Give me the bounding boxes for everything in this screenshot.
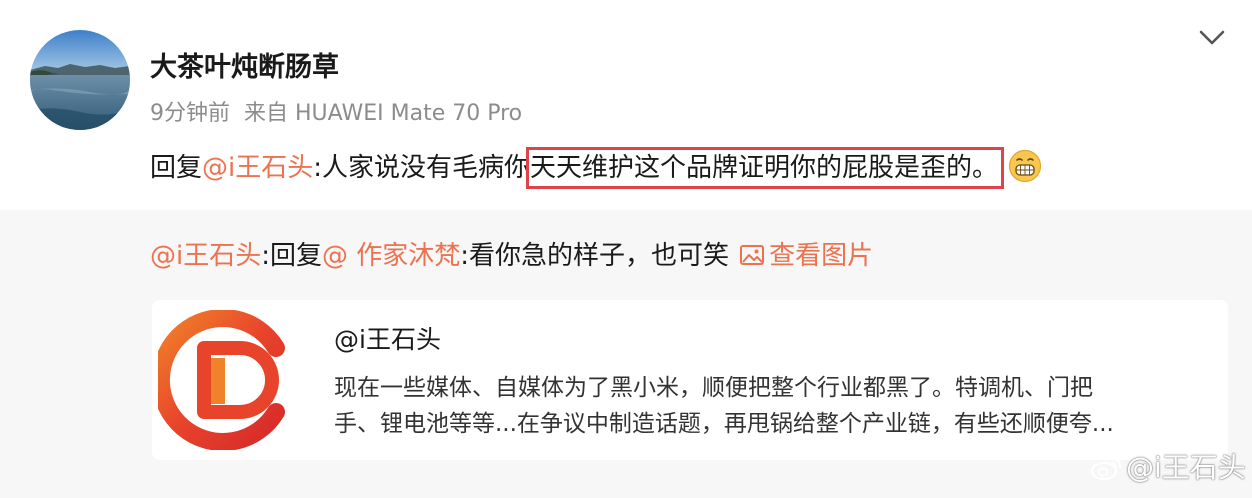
reply-prefix: 回复 <box>150 153 203 183</box>
view-image-link[interactable]: 查看图片 <box>739 241 873 271</box>
view-image-label: 查看图片 <box>769 241 874 271</box>
reply-text: 回复@i王石头:人家说没有毛病你天天维护这个品牌证明你的屁股是歪的。 <box>150 147 1042 189</box>
avatar-lake-image <box>30 30 130 130</box>
original-colon: : <box>261 241 270 271</box>
chevron-down-icon[interactable] <box>1196 26 1228 50</box>
link-card[interactable]: @i王石头 现在一些媒体、自媒体为了黑小米，顺便把整个行业都黑了。特调机、门把 … <box>151 300 1228 460</box>
post-time[interactable]: 9分钟前 <box>150 101 230 126</box>
original-colon-2: : <box>460 241 470 271</box>
username-link[interactable]: 大茶叶炖断肠草 <box>150 50 339 86</box>
grin-emoji-icon <box>1008 149 1042 183</box>
post-meta: 9分钟前 来自 HUAWEI Mate 70 Pro <box>150 98 522 130</box>
reply-colon: : <box>313 153 323 183</box>
card-desc-line-1: 现在一些媒体、自媒体为了黑小米，顺便把整个行业都黑了。特调机、门把 <box>334 375 1093 401</box>
card-description: 现在一些媒体、自媒体为了黑小米，顺便把整个行业都黑了。特调机、门把 手、锂电池等… <box>334 370 1214 442</box>
card-desc-line-2: 手、锂电池等等...在争议中制造话题，再甩锅给整个产业链，有些还顺便夸... <box>334 411 1114 437</box>
original-text: 看你急的样子，也可笑 <box>469 241 730 271</box>
original-reply-mention[interactable]: @ 作家沐梵 <box>322 241 460 271</box>
card-logo-image <box>151 309 298 451</box>
original-reply-prefix: 回复 <box>270 241 323 271</box>
post-source: 来自 HUAWEI Mate 70 Pro <box>244 101 523 126</box>
original-author-mention[interactable]: @i王石头 <box>150 241 261 271</box>
reply-mention-link[interactable]: @i王石头 <box>202 153 313 183</box>
avatar[interactable] <box>30 30 130 130</box>
watermark: @i王石头 <box>1090 450 1246 486</box>
highlighted-text-content: 天天维护这个品牌证明你的屁股是歪的。 <box>530 153 999 183</box>
image-icon <box>740 245 765 265</box>
watermark-text: @i王石头 <box>1126 451 1246 484</box>
weibo-logo-icon <box>1090 458 1121 481</box>
reply-text-plain: 人家说没有毛病你 <box>322 153 531 183</box>
highlighted-text: 天天维护这个品牌证明你的屁股是歪的。 <box>526 147 1005 189</box>
original-post-text: @i王石头:回复@ 作家沐梵:看你急的样子，也可笑 查看图片 <box>150 236 873 276</box>
card-title: @i王石头 <box>334 325 441 354</box>
